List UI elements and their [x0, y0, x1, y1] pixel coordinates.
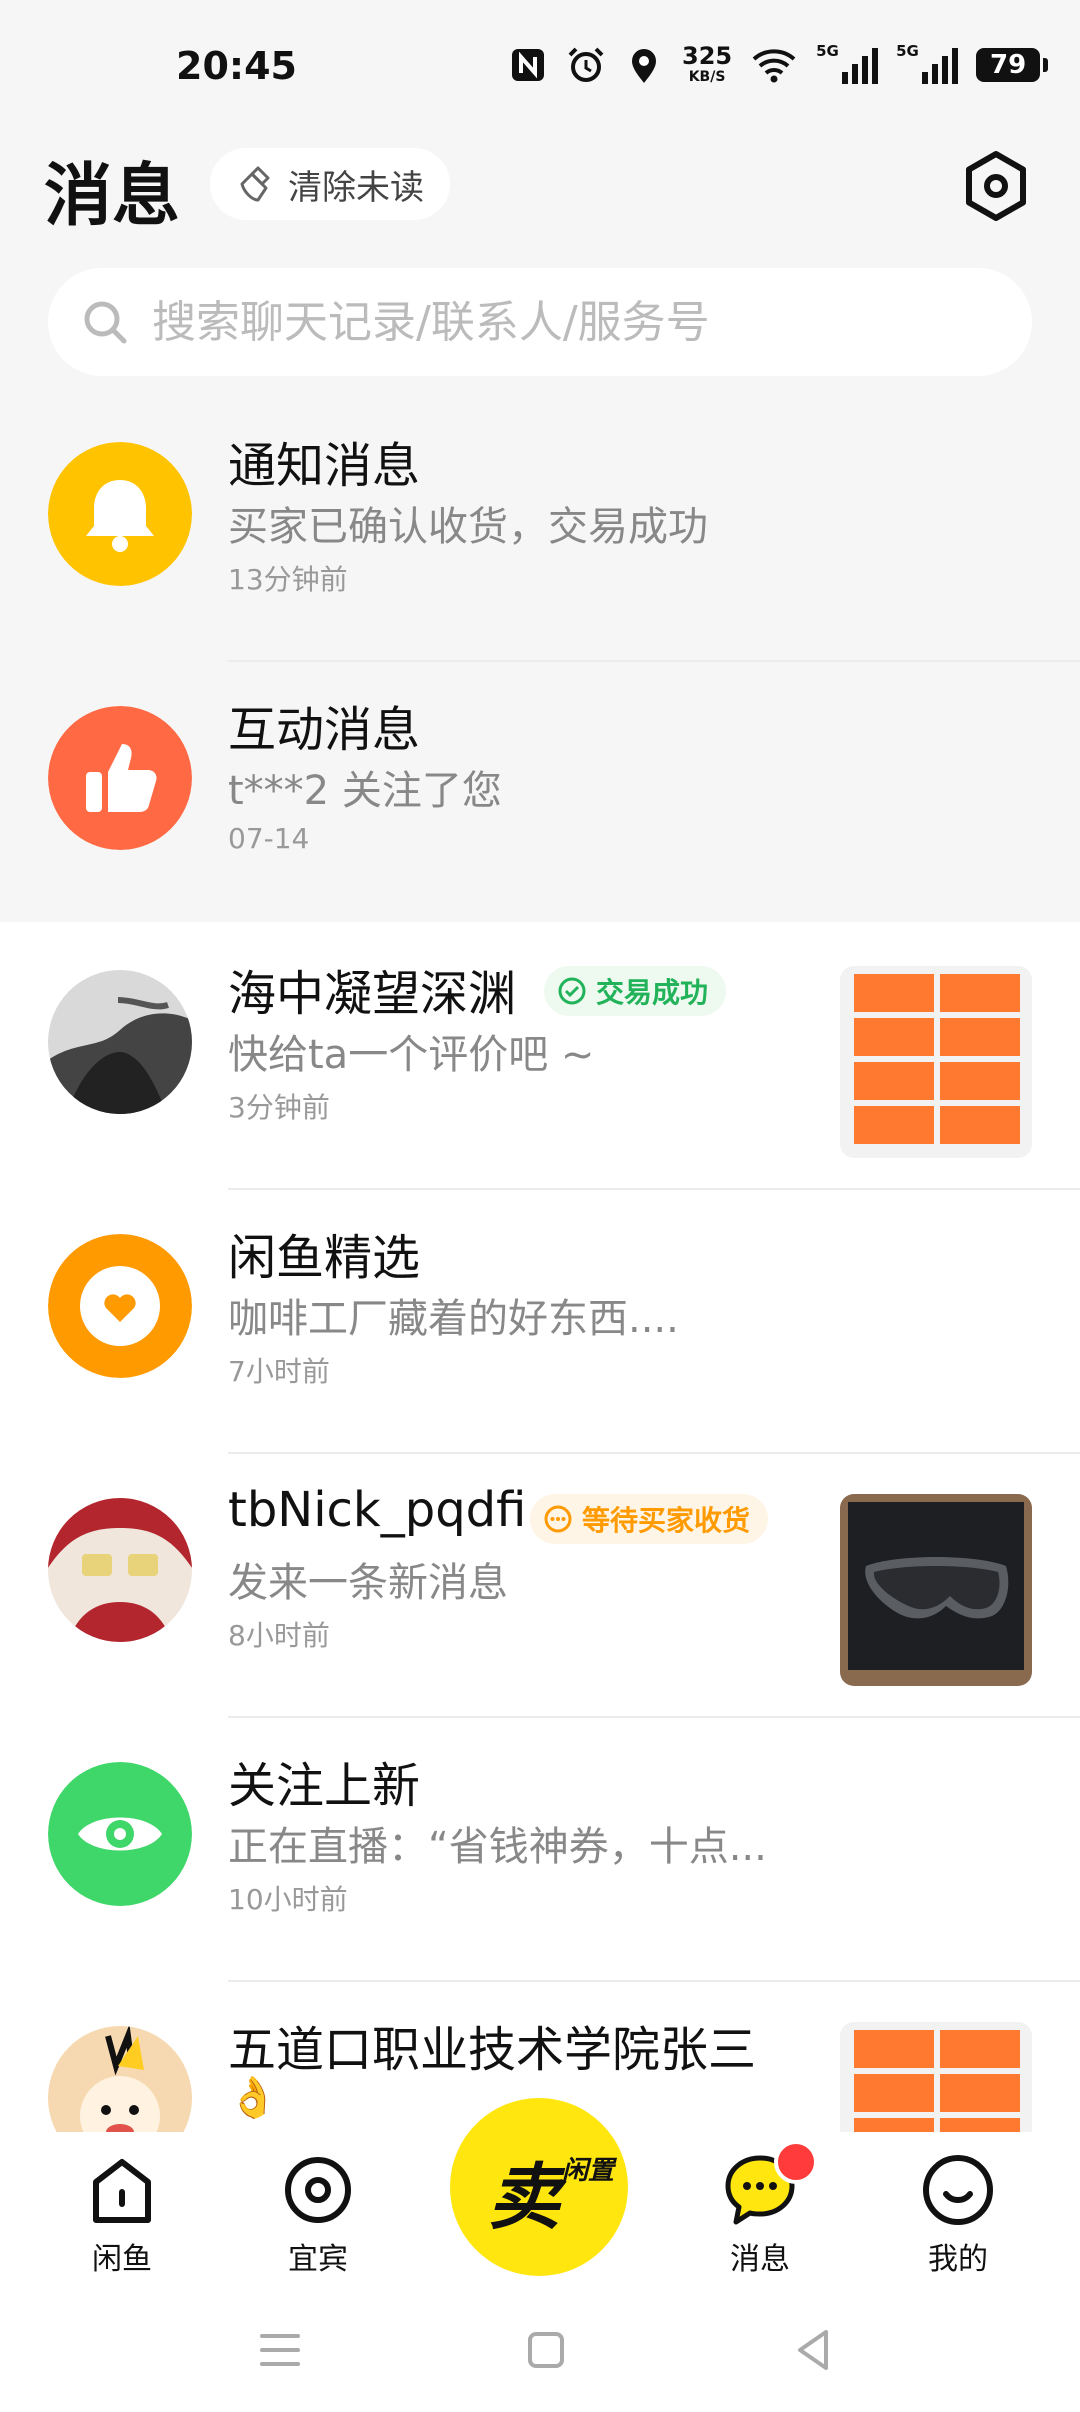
status-icons: 325 KB/S 5G 5G 79 [508, 40, 1049, 90]
conversation-featured[interactable]: 闲鱼精选 咖啡工厂藏着的好东西.... 7小时前 [0, 1190, 1080, 1454]
status-time: 20:45 [176, 44, 297, 88]
check-circle-icon [558, 977, 586, 1005]
battery-icon: 79 [976, 48, 1049, 82]
conversation-preview: 发来一条新消息 [228, 1560, 508, 1606]
avatar [48, 1498, 192, 1642]
signal-2-label: 5G [896, 42, 919, 60]
conversation-time: 7小时前 [228, 1355, 330, 1388]
bell-icon [48, 442, 192, 586]
signal-icon-2: 5G [896, 42, 959, 84]
conversation-preview: 正在直播：“省钱神券，十点... [228, 1824, 767, 1870]
profile-smile-icon [923, 2155, 993, 2225]
battery-level: 79 [990, 50, 1027, 80]
sell-button[interactable]: 卖 闲置 [450, 2098, 628, 2276]
nav-home[interactable]: 闲鱼 [52, 2152, 192, 2278]
conversation-title: 通知消息 [228, 438, 421, 494]
signal-icon: 5G [816, 42, 879, 84]
net-speed-value: 325 [682, 42, 733, 70]
thumbs-up-icon [48, 706, 192, 850]
conversation-preview: 👌 [228, 2075, 278, 2121]
avatar [48, 442, 192, 586]
nav-city-label: 宜宾 [288, 2242, 348, 2277]
status-badge-label: 等待买家收货 [582, 1504, 751, 1537]
nav-messages-label: 消息 [730, 2242, 790, 2277]
menu-icon[interactable] [252, 2322, 308, 2378]
user-avatar-image [48, 1498, 192, 1642]
conversation-preview: 咖啡工厂藏着的好东西.... [228, 1296, 679, 1342]
item-thumbnail [840, 966, 1032, 1158]
conversation-following[interactable]: 关注上新 正在直播：“省钱神券，十点... 10小时前 [0, 1718, 1080, 1982]
status-badge: 等待买家收货 [530, 1494, 769, 1544]
status-badge: 交易成功 [544, 966, 727, 1016]
location-icon [632, 49, 656, 83]
status-badge-label: 交易成功 [596, 976, 709, 1009]
item-image-vr-glasses [840, 1494, 1032, 1686]
nav-mine-label: 我的 [928, 2242, 988, 2277]
nav-city[interactable]: 宜宾 [248, 2152, 388, 2278]
search-bar[interactable] [48, 268, 1032, 376]
conversation-time: 3分钟前 [228, 1091, 330, 1124]
item-thumbnail [840, 1494, 1032, 1686]
settings-icon[interactable] [958, 148, 1034, 224]
avatar [48, 2026, 192, 2132]
avatar [48, 1762, 192, 1906]
nav-mine[interactable]: 我的 [888, 2152, 1028, 2278]
conversation-time: 13分钟前 [228, 563, 348, 596]
page-title: 消息 [44, 157, 181, 236]
user-avatar-image [48, 2026, 192, 2132]
conversation-preview: 买家已确认收货，交易成功 [228, 504, 708, 550]
avatar [48, 706, 192, 850]
conversation-title: 海中凝望深渊 [228, 966, 517, 1022]
nav-home-label: 闲鱼 [92, 2242, 152, 2277]
item-thumbnail [840, 2022, 1032, 2132]
system-navigation-bar [0, 2300, 1080, 2412]
item-image-orange-labels [840, 966, 1032, 1158]
net-speed-unit: KB/S [688, 69, 726, 85]
search-input[interactable] [150, 295, 974, 349]
sell-label: 卖 [488, 2155, 561, 2239]
conversation-time: 10小时前 [228, 1883, 348, 1916]
clear-unread-button[interactable]: 清除未读 [210, 148, 450, 220]
home-icon [93, 2159, 151, 2223]
sell-sub-label: 闲置 [562, 2156, 615, 2186]
search-icon [84, 301, 127, 344]
nfc-icon [512, 49, 544, 81]
net-speed: 325 KB/S [682, 44, 732, 86]
unread-dot [774, 2140, 818, 2184]
location-target-icon [285, 2157, 351, 2223]
avatar [48, 970, 192, 1114]
alarm-icon [568, 47, 604, 82]
conversation-preview: 快给ta一个评价吧 ~ [228, 1032, 595, 1078]
conversation-user-2[interactable]: tbNick_pqdfi 等待买家收货 发来一条新消息 8小时前 [0, 1454, 1080, 1718]
item-image-orange-labels [840, 2022, 1032, 2132]
conversation-title: tbNick_pqdfi [228, 1482, 527, 1538]
conversation-title: 闲鱼精选 [228, 1230, 421, 1286]
back-icon[interactable] [786, 2322, 842, 2378]
clear-unread-label: 清除未读 [288, 167, 424, 208]
conversation-preview: t***2 关注了您 [228, 768, 502, 814]
conversation-title: 互动消息 [228, 702, 421, 758]
conversation-notifications[interactable]: 通知消息 买家已确认收货，交易成功 13分钟前 [0, 398, 1080, 662]
broom-icon [240, 166, 270, 202]
conversation-title: 关注上新 [228, 1758, 421, 1814]
conversation-time: 8小时前 [228, 1619, 330, 1652]
signal-1-label: 5G [816, 42, 839, 60]
conversation-time: 07-14 [228, 822, 310, 855]
wifi-icon [752, 49, 796, 83]
conversation-user-1[interactable]: 海中凝望深渊 交易成功 快给ta一个评价吧 ~ 3分钟前 [0, 926, 1080, 1190]
heart-icon [48, 1234, 192, 1378]
conversation-interactions[interactable]: 互动消息 t***2 关注了您 07-14 [0, 662, 1080, 926]
status-bar: 20:45 325 KB/S 5G 5G 79 [0, 0, 1080, 130]
waiting-icon [544, 1505, 572, 1533]
user-avatar-image [48, 970, 192, 1114]
eye-icon [48, 1762, 192, 1906]
conversation-title: 五道口职业技术学院张三 [228, 2022, 757, 2078]
home-square-icon[interactable] [518, 2322, 574, 2378]
avatar [48, 1234, 192, 1378]
